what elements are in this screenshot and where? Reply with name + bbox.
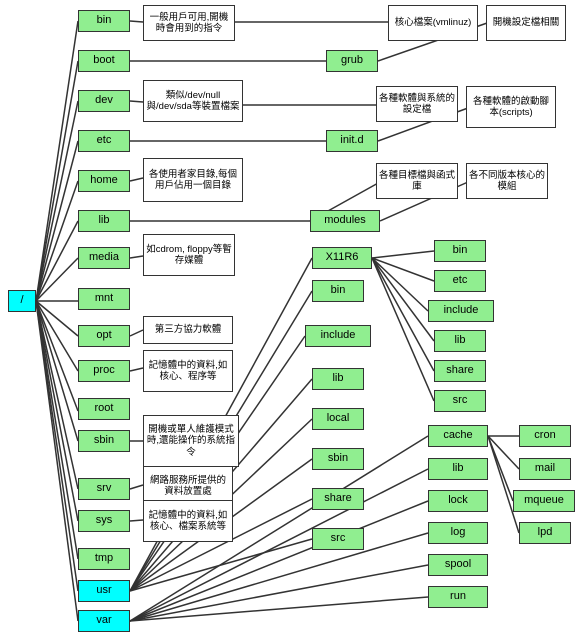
usr-sbin-node: sbin [312,448,364,470]
media-node: media [78,247,130,269]
home-node: home [78,170,130,192]
var-lib-node: lib [428,458,488,480]
desc-dev: 類似/dev/null與/dev/sda等裝置檔案 [143,80,243,122]
mnt-node: mnt [78,288,130,310]
log-node: log [428,522,488,544]
x11-bin-node: bin [434,240,486,262]
cron-node: cron [519,425,571,447]
sbin-node: sbin [78,430,130,452]
desc-lib-kernel: 各不同版本核心的模組 [466,163,548,199]
desc-proc: 記憶體中的資料,如核心、程序等 [143,350,233,392]
x11-etc-node: etc [434,270,486,292]
tmp-node: tmp [78,548,130,570]
usr-share-node: share [312,488,364,510]
usr-include-node: include [305,325,371,347]
grub-node: grub [326,50,378,72]
usr-bin-node: bin [312,280,364,302]
spool-node: spool [428,554,488,576]
desc-lib-target: 各種目標檔與函式庫 [376,163,458,199]
x11-share-node: share [434,360,486,382]
lock-node: lock [428,490,488,512]
desc-boot-grub: 開機設定檔相關 [486,5,566,41]
root-node: / [8,290,36,312]
usr-local-node: local [312,408,364,430]
cache-node: cache [428,425,488,447]
lpd-node: lpd [519,522,571,544]
usr-node: usr [78,580,130,602]
x11r6-node: X11R6 [312,247,372,269]
etc-node: etc [78,130,130,152]
boot-node: boot [78,50,130,72]
run-node: run [428,586,488,608]
lib-node: lib [78,210,130,232]
desc-etc-initd: 各種軟體與系統的設定檔 [376,86,458,122]
bin-node: bin [78,10,130,32]
desc-sbin: 開機或單人維護模式時,還能操作的系統指令 [143,415,239,467]
x11-lib-node: lib [434,330,486,352]
srv-node: srv [78,478,130,500]
desc-media: 如cdrom, floppy等暫存媒體 [143,234,235,276]
x11-src-node: src [434,390,486,412]
proc-node: proc [78,360,130,382]
var-node: var [78,610,130,632]
desc-boot-vmlinuz: 核心檔案(vmlinuz) [388,5,478,41]
desc-home: 各使用者家目錄,每個用戶佔用一個目錄 [143,158,243,202]
initd-node: init.d [326,130,378,152]
mqueue-node: mqueue [513,490,575,512]
mail-node: mail [519,458,571,480]
desc-bin: 一般用戶可用,開機時會用到的指令 [143,5,235,41]
usr-src-node: src [312,528,364,550]
desc-etc-scripts: 各種軟體的啟動腳本(scripts) [466,86,556,128]
sys-node: sys [78,510,130,532]
dev-node: dev [78,90,130,112]
usr-lib-node: lib [312,368,364,390]
rootdir-node: root [78,398,130,420]
filesystem-diagram: / bin boot dev etc home lib media mnt op… [0,0,587,636]
x11-include-node: include [428,300,494,322]
desc-opt: 第三方協力軟體 [143,316,233,344]
opt-node: opt [78,325,130,347]
modules-node: modules [310,210,380,232]
desc-sys: 記憶體中的資料,如核心、檔案系統等 [143,500,233,542]
